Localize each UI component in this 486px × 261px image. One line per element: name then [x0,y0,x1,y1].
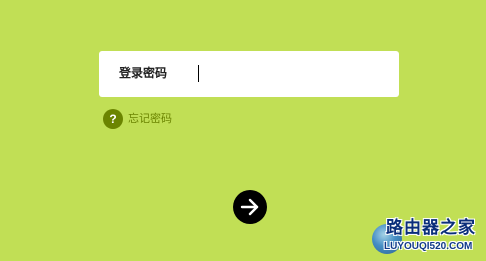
login-page: 登录密码 ? 忘记密码 路由器之家 LUYOUQI520.COM [0,0,486,261]
password-label: 登录密码 [119,66,168,80]
forgot-password-label: 忘记密码 [128,112,172,125]
password-field[interactable]: 登录密码 [99,51,399,97]
watermark-title: 路由器之家 [386,218,476,238]
forgot-password-link[interactable]: ? 忘记密码 [103,109,172,129]
watermark-url: LUYOUQI520.COM [384,241,473,252]
text-caret [198,65,199,82]
login-submit-button[interactable] [233,190,267,224]
site-watermark: 路由器之家 LUYOUQI520.COM [366,214,486,261]
arrow-right-icon [240,198,259,216]
question-circle-icon: ? [103,109,123,129]
